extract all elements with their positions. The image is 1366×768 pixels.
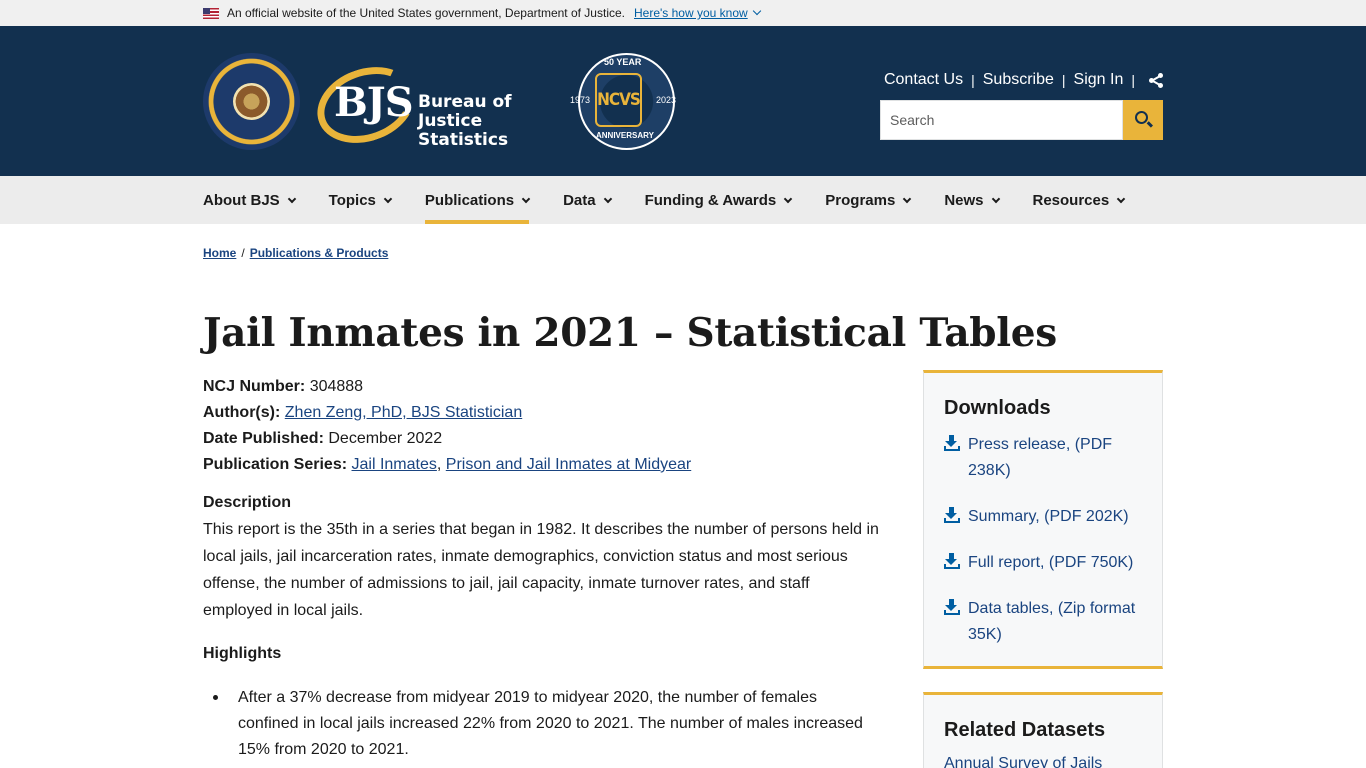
download-icon bbox=[944, 435, 960, 452]
nav-item-news[interactable]: News bbox=[944, 176, 1000, 224]
logo-abbr: BJS bbox=[334, 79, 414, 126]
nav-item-programs[interactable]: Programs bbox=[825, 176, 912, 224]
utility-separator: | bbox=[1131, 72, 1135, 88]
description-heading: Description bbox=[203, 494, 292, 511]
site-header: BJS Bureau of Justice Statistics 50 YEAR… bbox=[0, 26, 1366, 176]
logo-name-line1: Bureau of bbox=[418, 92, 512, 112]
download-press-release[interactable]: Press release, (PDF 238K) bbox=[944, 432, 1149, 484]
utility-separator: | bbox=[1061, 72, 1066, 88]
ncvs-top-text: 50 YEAR bbox=[604, 57, 642, 67]
breadcrumb: Home / Publications & Products bbox=[203, 246, 388, 260]
chevron-down-icon bbox=[1116, 194, 1126, 203]
breadcrumb-home[interactable]: Home bbox=[203, 246, 236, 260]
share-icon[interactable] bbox=[1149, 73, 1163, 88]
ojp-seal-logo[interactable] bbox=[203, 53, 300, 150]
author-link[interactable]: Zhen Zeng, PhD, BJS Statistician bbox=[285, 404, 522, 421]
ncj-number-row: NCJ Number: 304888 bbox=[203, 378, 364, 395]
ncvs-anniversary-badge[interactable]: 50 YEAR 1973 NCVS 2023 ANNIVERSARY bbox=[570, 53, 684, 150]
chevron-down-icon bbox=[903, 194, 912, 203]
ncvs-label: NCVS bbox=[597, 90, 641, 110]
chevron-down-icon bbox=[991, 194, 1000, 203]
chevron-down-icon bbox=[784, 194, 793, 203]
main-nav: About BJS Topics Publications Data Fundi… bbox=[0, 176, 1366, 224]
gov-banner: An official website of the United States… bbox=[0, 0, 1366, 26]
chevron-down-icon[interactable] bbox=[752, 6, 761, 16]
chevron-down-icon bbox=[287, 194, 296, 203]
eagle-emblem-icon bbox=[233, 83, 270, 120]
related-datasets-box: Related Datasets Annual Survey of Jails bbox=[923, 692, 1163, 768]
chevron-down-icon bbox=[603, 194, 612, 203]
subscribe-link[interactable]: Subscribe bbox=[983, 71, 1054, 89]
series-link-prison-jail-midyear[interactable]: Prison and Jail Inmates at Midyear bbox=[446, 456, 691, 473]
page-title: Jail Inmates in 2021 – Statistical Table… bbox=[203, 310, 1057, 356]
logo-name-line2: Justice Statistics bbox=[418, 111, 509, 150]
search-form bbox=[880, 100, 1163, 140]
publication-meta: NCJ Number: 304888 Author(s): Zhen Zeng,… bbox=[203, 374, 883, 478]
ncvs-label-box: NCVS bbox=[595, 73, 642, 127]
download-icon bbox=[944, 599, 960, 616]
author-row: Author(s): Zhen Zeng, PhD, BJS Statistic… bbox=[203, 404, 523, 421]
bjs-logo[interactable]: BJS Bureau of Justice Statistics bbox=[306, 54, 566, 156]
download-data-tables[interactable]: Data tables, (Zip format 35K) bbox=[944, 596, 1149, 648]
search-button[interactable] bbox=[1123, 100, 1163, 140]
how-you-know-link[interactable]: Here's how you know bbox=[634, 6, 748, 20]
search-input[interactable] bbox=[880, 100, 1123, 140]
highlights-heading: Highlights bbox=[203, 645, 282, 662]
search-icon bbox=[1135, 111, 1148, 124]
related-datasets-heading: Related Datasets bbox=[944, 719, 1106, 741]
downloads-heading: Downloads bbox=[944, 397, 1051, 419]
ncvs-year-start: 1973 bbox=[570, 95, 591, 105]
us-flag-icon bbox=[203, 7, 219, 19]
series-row: Publication Series: Jail Inmates, Prison… bbox=[203, 456, 692, 473]
chevron-down-icon bbox=[383, 194, 393, 203]
nav-item-funding-awards[interactable]: Funding & Awards bbox=[645, 176, 793, 224]
related-dataset-link[interactable]: Annual Survey of Jails bbox=[944, 755, 1102, 768]
utility-separator: | bbox=[971, 72, 975, 88]
description-text: This report is the 35th in a series that… bbox=[203, 521, 879, 619]
utility-nav: Contact Us | Subscribe | Sign In | bbox=[884, 71, 1163, 89]
nav-item-about-bjs[interactable]: About BJS bbox=[203, 176, 296, 224]
breadcrumb-publications[interactable]: Publications & Products bbox=[250, 246, 389, 260]
logo-name: Bureau of Justice Statistics bbox=[418, 93, 566, 150]
nav-item-resources[interactable]: Resources bbox=[1033, 176, 1126, 224]
nav-item-topics[interactable]: Topics bbox=[329, 176, 393, 224]
gov-banner-text: An official website of the United States… bbox=[227, 6, 625, 20]
ncvs-bottom-text: ANNIVERSARY bbox=[596, 131, 654, 140]
highlight-item: After a 37% decrease from midyear 2019 t… bbox=[238, 689, 863, 758]
downloads-box: Downloads Press release, (PDF 238K) Summ… bbox=[923, 370, 1163, 669]
bullet-icon bbox=[213, 695, 218, 700]
ncvs-year-end: 2023 bbox=[656, 95, 677, 105]
series-link-jail-inmates[interactable]: Jail Inmates bbox=[352, 456, 437, 473]
download-summary[interactable]: Summary, (PDF 202K) bbox=[944, 504, 1149, 530]
download-icon bbox=[944, 553, 960, 570]
sign-in-link[interactable]: Sign In bbox=[1074, 71, 1124, 89]
date-row: Date Published: December 2022 bbox=[203, 430, 443, 447]
download-full-report[interactable]: Full report, (PDF 750K) bbox=[944, 550, 1149, 576]
nav-item-publications[interactable]: Publications bbox=[424, 176, 531, 224]
nav-item-data[interactable]: Data bbox=[563, 176, 612, 224]
breadcrumb-separator: / bbox=[241, 246, 245, 260]
chevron-down-icon bbox=[521, 194, 531, 203]
download-icon bbox=[944, 507, 960, 524]
contact-us-link[interactable]: Contact Us bbox=[884, 71, 963, 89]
